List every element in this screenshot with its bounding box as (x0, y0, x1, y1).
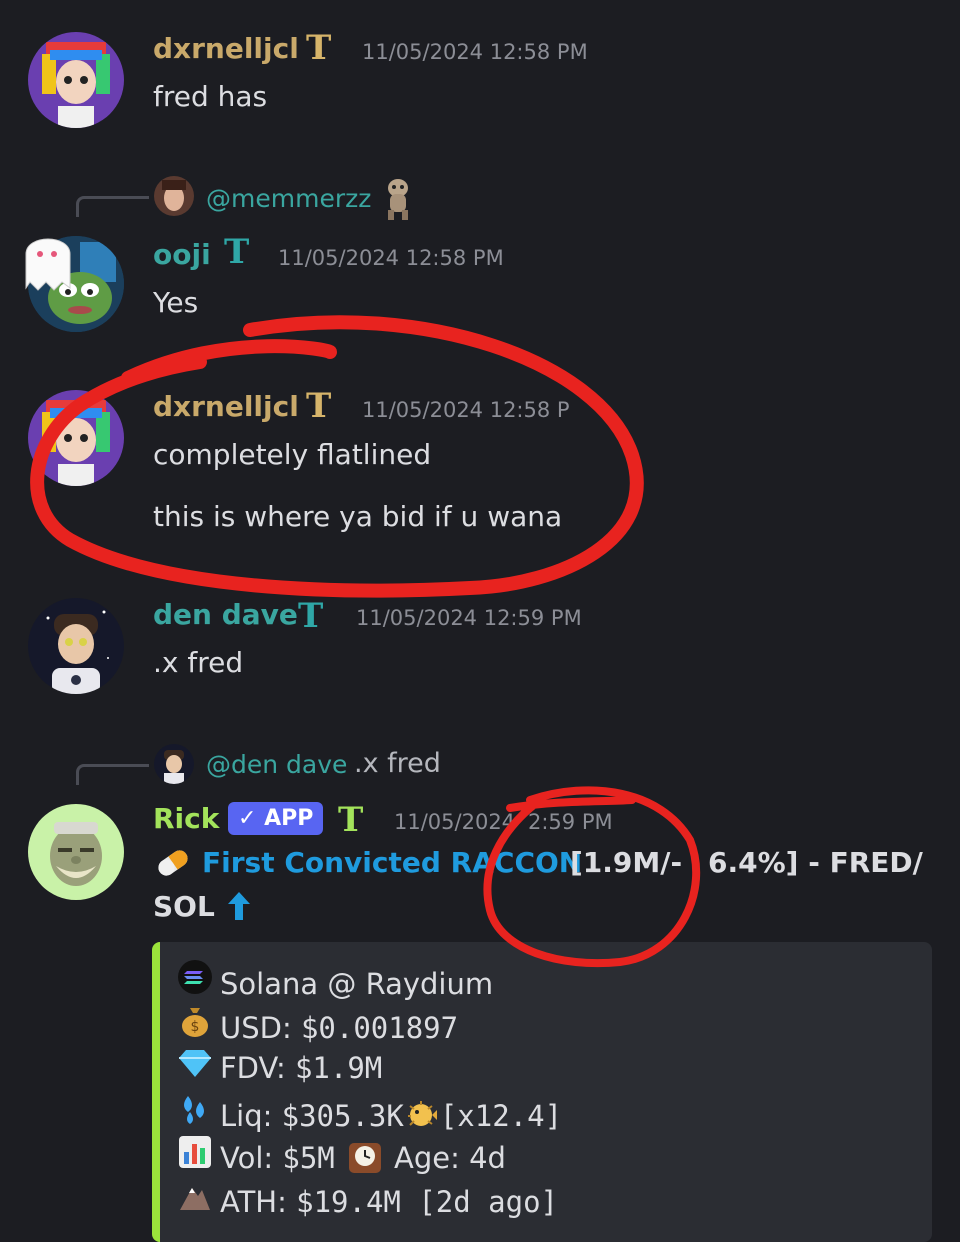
headline-link[interactable]: First Convicted RACCON (202, 846, 582, 879)
message-text: fred has (153, 80, 268, 113)
author-name[interactable]: dxrnelljcl (153, 390, 299, 423)
timestamp: 11/05/2024 12:58 PM (362, 40, 588, 64)
embed-line-usd: $ USD: $0.001897 (176, 1004, 458, 1045)
embed-usd-value: $0.001897 (300, 1011, 459, 1045)
embed-vol-value: $5M (282, 1141, 335, 1175)
timestamp-suffix: 2:59 PM (528, 810, 613, 834)
role-badge-icon: T (224, 232, 250, 272)
message-text: completely flatlined (153, 438, 432, 471)
reply-connector (76, 764, 149, 785)
gem-icon (176, 1048, 214, 1085)
avatar[interactable] (28, 390, 124, 486)
embed-ath-value: $19.4M [2d ago] (296, 1185, 559, 1219)
author-name[interactable]: den dave (153, 598, 298, 631)
reply-preview-text: .x fred (354, 748, 441, 779)
solana-icon (176, 960, 214, 1001)
timestamp: 11/05/2024 (394, 810, 516, 834)
embed-line-chain: Solana @ Raydium (176, 960, 493, 1001)
ghost-icon (20, 224, 76, 296)
headline-line-2: SOL (153, 890, 215, 923)
role-badge-icon: T (338, 800, 364, 840)
reply-mention[interactable]: @den dave (206, 750, 347, 779)
token-embed: Solana @ Raydium $ USD: $0.001897 FDV: $1… (152, 942, 932, 1242)
svg-text:$: $ (191, 1019, 200, 1035)
clock-icon (345, 1139, 385, 1182)
app-badge: ✓ APP (228, 802, 324, 835)
role-badge-icon: T (306, 386, 332, 426)
bar-chart-icon (176, 1136, 214, 1175)
embed-fdv-value: $1.9M (294, 1051, 383, 1085)
embed-line-fdv: FDV: $1.9M (176, 1048, 382, 1085)
timestamp: 11/05/2024 12:58 PM (278, 246, 504, 270)
embed-accent-bar (152, 942, 160, 1242)
timestamp: 11/05/2024 12:58 P (362, 398, 570, 422)
embed-liq-multiplier: [x12.4] (439, 1099, 563, 1133)
role-badge-icon: T (298, 596, 324, 636)
timestamp: 11/05/2024 12:59 PM (356, 606, 582, 630)
author-name[interactable]: ooji (153, 238, 211, 271)
avatar[interactable] (28, 804, 124, 900)
embed-usd-label: USD: (220, 1011, 301, 1045)
pufferfish-icon (406, 1100, 438, 1137)
reply-connector (76, 196, 149, 217)
embed-age-label: Age: 4d (384, 1141, 506, 1175)
embed-chain-label: Solana @ Raydium (220, 967, 494, 1001)
headline-text-2: 6.4%] - FRED/ (708, 846, 923, 879)
headline-text: [1.9M/- (570, 846, 683, 879)
avatar[interactable] (28, 598, 124, 694)
embed-liq-value: $305.3K (281, 1099, 404, 1133)
avatar[interactable] (28, 32, 124, 128)
author-name[interactable]: Rick (153, 802, 219, 835)
reply-mention[interactable]: @memmerzz (206, 184, 371, 213)
pill-icon (153, 846, 193, 884)
embed-line-liq: Liq: $305.3K [x12.4] (176, 1092, 562, 1137)
author-name[interactable]: dxrnelljcl (153, 32, 299, 65)
reply-avatar[interactable] (154, 176, 194, 216)
role-badge-icon: T (306, 28, 332, 68)
embed-ath-label: ATH: (220, 1185, 297, 1219)
embed-liq-label: Liq: (220, 1099, 282, 1133)
embed-fdv-label: FDV: (220, 1051, 295, 1085)
arrow-up-icon (226, 890, 252, 926)
embed-vol-label: Vol: (220, 1141, 283, 1175)
message-text: this is where ya bid if u wana (153, 500, 563, 533)
embed-line-vol: Vol: $5M Age: 4d (176, 1136, 506, 1182)
message-text: Yes (153, 286, 199, 319)
message-text: .x fred (153, 646, 244, 679)
money-bag-icon: $ (176, 1004, 214, 1045)
droplets-icon (176, 1092, 214, 1133)
raccoon-sticker-icon (380, 174, 416, 224)
reply-avatar[interactable] (154, 744, 194, 784)
